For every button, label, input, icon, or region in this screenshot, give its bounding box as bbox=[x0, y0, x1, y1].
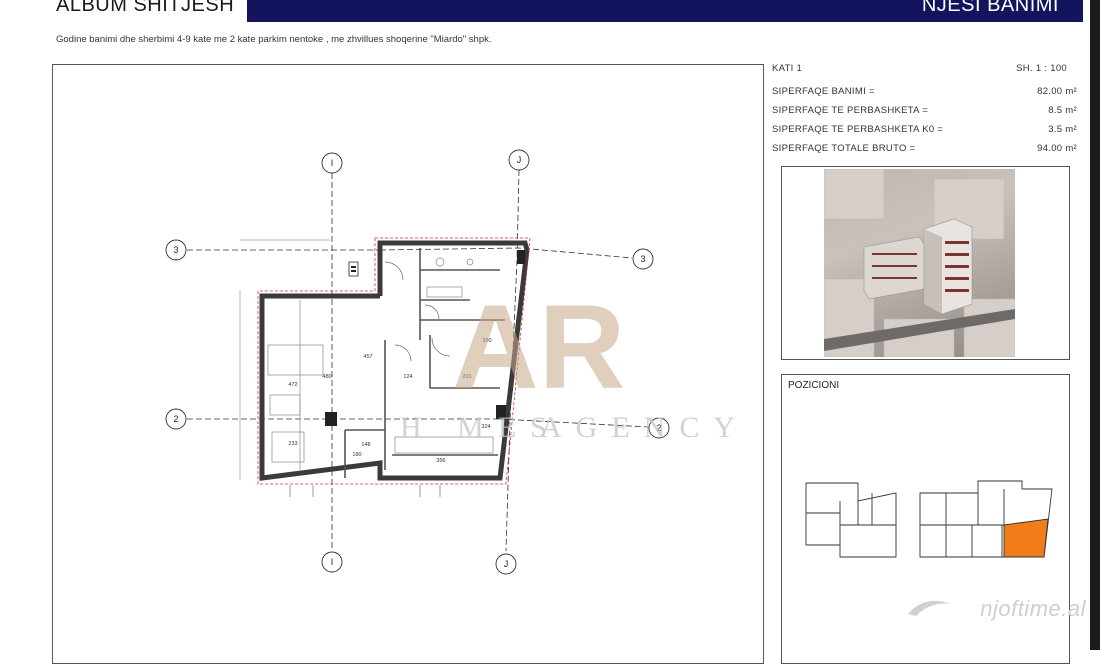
stairs-icon bbox=[348, 261, 359, 277]
grid-label-3-right: 3 bbox=[640, 254, 645, 264]
area-row-value: 82.00 m² bbox=[1037, 86, 1077, 97]
right-edge-strip bbox=[1090, 0, 1100, 650]
dim-356: 356 bbox=[436, 458, 445, 464]
area-row-label: SIPERFAQE TE PERBASHKETA K0 = bbox=[772, 124, 944, 135]
dim-472: 472 bbox=[288, 382, 297, 388]
door-swings bbox=[384, 261, 451, 362]
site-watermark: njoftime.al bbox=[980, 596, 1086, 621]
dim-148: 148 bbox=[361, 442, 370, 448]
area-row: SIPERFAQE BANIMI = 82.00 m² bbox=[772, 86, 1077, 97]
dim-180: 180 bbox=[352, 452, 361, 458]
adjacent-unit-ghost bbox=[239, 239, 330, 480]
area-row: SIPERFAQE TOTALE BRUTO = 94.00 m² bbox=[772, 143, 1077, 154]
axis-3-line-right bbox=[379, 247, 633, 259]
swoosh-icon bbox=[908, 600, 950, 616]
dim-124: 124 bbox=[403, 374, 412, 380]
agency-text: AGENCY bbox=[540, 411, 749, 444]
area-row: SIPERFAQE TE PERBASHKETA K0 = 3.5 m² bbox=[772, 124, 1077, 135]
highlighted-unit bbox=[1003, 518, 1049, 558]
bottom-dimension-marks bbox=[289, 485, 441, 497]
building-render-frame bbox=[781, 166, 1070, 360]
building-render-image bbox=[824, 169, 1015, 357]
area-row-label: SIPERFAQE TE PERBASHKETA = bbox=[772, 105, 929, 116]
ar-logo-watermark: AR H MES AGENCY bbox=[400, 280, 749, 444]
scale-label: SH. 1 : 100 bbox=[1016, 63, 1067, 74]
area-row-value: 8.5 m² bbox=[1048, 105, 1077, 116]
ar-logo-letters: AR bbox=[452, 280, 625, 414]
grid-label-2-left: 2 bbox=[173, 414, 178, 424]
key-plan-block-left bbox=[805, 482, 897, 558]
area-row-value: 3.5 m² bbox=[1048, 124, 1077, 135]
area-row: SIPERFAQE TE PERBASHKETA = 8.5 m² bbox=[772, 105, 1077, 116]
area-row-value: 94.00 m² bbox=[1037, 143, 1077, 154]
grid-label-j-bottom: J bbox=[504, 559, 509, 569]
area-row-label: SIPERFAQE BANIMI = bbox=[772, 86, 875, 97]
floor-row: KATI 1 SH. 1 : 100 bbox=[772, 63, 1077, 74]
grid-label-3-left: 3 bbox=[173, 245, 178, 255]
dim-233: 233 bbox=[288, 441, 297, 447]
agency-prefix-text: H MES bbox=[400, 411, 561, 444]
dim-480: 480 bbox=[322, 374, 331, 380]
dim-457: 457 bbox=[363, 354, 372, 360]
area-row-label: SIPERFAQE TOTALE BRUTO = bbox=[772, 143, 916, 154]
grid-label-j-top: J bbox=[517, 155, 522, 165]
info-panel: KATI 1 SH. 1 : 100 SIPERFAQE BANIMI = 82… bbox=[765, 59, 1078, 159]
floor-label: KATI 1 bbox=[772, 63, 803, 74]
grid-label-i-bottom: I bbox=[331, 557, 334, 567]
grid-label-i-top: I bbox=[331, 158, 334, 168]
